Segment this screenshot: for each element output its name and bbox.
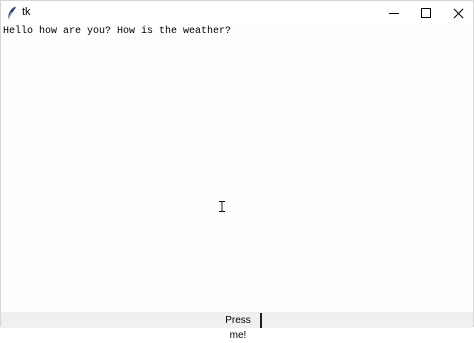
tk-window: tk Hello how are you? How is the weather… <box>0 0 474 341</box>
ibeam-cursor-icon <box>219 201 225 212</box>
feather-icon <box>7 6 16 20</box>
maximize-button[interactable] <box>410 1 442 25</box>
button-bar: Press me! <box>1 312 473 341</box>
window-title: tk <box>22 6 31 18</box>
close-button[interactable] <box>442 1 474 25</box>
title-bar[interactable]: tk <box>1 1 473 25</box>
close-icon <box>453 8 464 19</box>
press-me-button[interactable]: Press me! <box>216 313 262 341</box>
minimize-button[interactable] <box>378 1 410 25</box>
maximize-icon <box>421 8 431 18</box>
minimize-icon <box>389 12 399 14</box>
text-content: Hello how are you? How is the weather? <box>3 26 232 37</box>
text-widget[interactable]: Hello how are you? How is the weather? <box>1 25 473 312</box>
